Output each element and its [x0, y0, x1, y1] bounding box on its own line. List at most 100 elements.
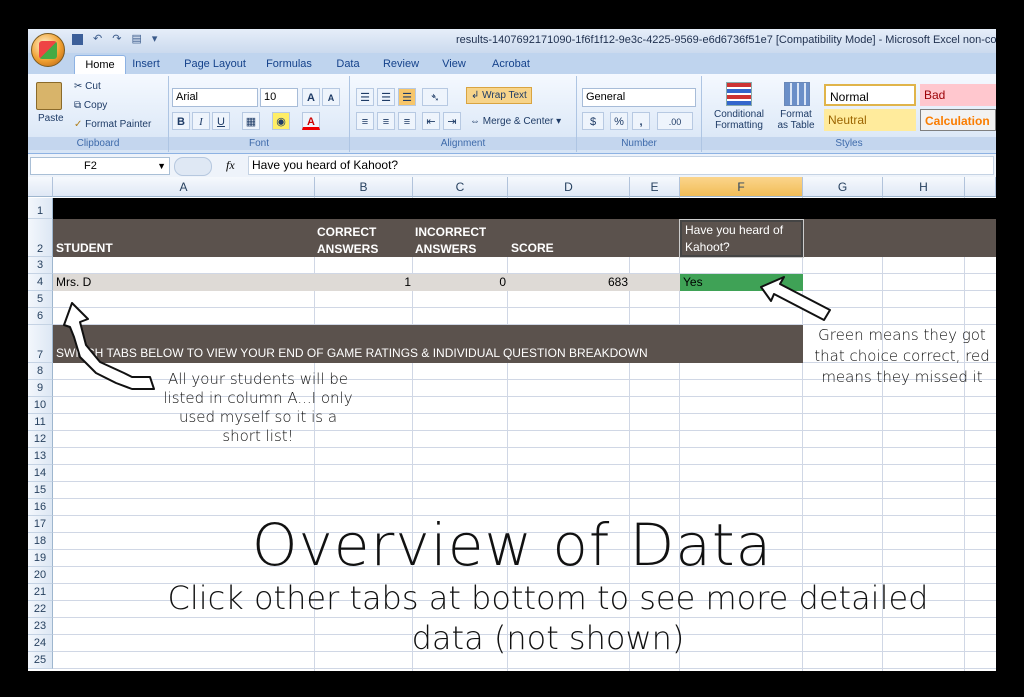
align-top-button[interactable]: ☰: [356, 88, 374, 106]
format-painter-button[interactable]: ✓ Format Painter: [74, 119, 151, 130]
redo-icon[interactable]: ↷: [112, 32, 121, 45]
percent-button[interactable]: %: [610, 112, 628, 130]
wrap-icon: ↲: [471, 90, 480, 101]
right-note-line-2: that choice correct, red: [814, 347, 990, 365]
align-bottom-icon: ☰: [402, 92, 412, 104]
format-painter-label: Format Painter: [85, 119, 152, 130]
merge-center-button[interactable]: ⇔ Merge & Center ▾: [466, 114, 565, 129]
align-right-button[interactable]: ≡: [398, 112, 416, 130]
conditional-formatting-icon[interactable]: [726, 82, 752, 106]
tab-review[interactable]: Review: [378, 55, 424, 74]
left-note-line-3: used myself so it is a: [178, 408, 338, 426]
underline-button[interactable]: U: [212, 112, 230, 130]
styles-group-label: Styles: [702, 137, 996, 150]
paste-icon[interactable]: [36, 82, 62, 110]
font-size-select[interactable]: 10: [260, 88, 298, 107]
quick-access-toolbar: ↶ ↷ ▤ ▾: [72, 32, 157, 45]
align-bottom-button[interactable]: ☰: [398, 88, 416, 106]
left-note-line-1: All your students will be: [167, 370, 349, 388]
bold-button[interactable]: B: [172, 112, 190, 130]
outdent-icon: ⇤: [426, 116, 436, 128]
comma-button[interactable]: ,: [632, 112, 650, 130]
alignment-group-label: Alignment: [350, 137, 576, 150]
clipboard-group: Paste ✂ Cut ⧉ Copy ✓ Format Painter Clip…: [28, 76, 169, 152]
style-neutral[interactable]: Neutral: [824, 109, 916, 131]
save-icon[interactable]: [72, 34, 83, 45]
undo-icon[interactable]: ↶: [93, 32, 102, 45]
subtitle-line-1: Click other tabs at bottom to see more d…: [167, 579, 929, 617]
style-calculation[interactable]: Calculation: [920, 109, 996, 131]
formula-separator-icon: [174, 157, 212, 176]
tab-home[interactable]: Home: [74, 55, 126, 75]
tab-formulas[interactable]: Formulas: [260, 55, 318, 74]
formula-input[interactable]: Have you heard of Kahoot?: [248, 156, 994, 175]
conditional-label-1: Conditional: [713, 109, 765, 120]
name-box-value: F2: [84, 160, 97, 172]
align-left-icon: ≡: [361, 116, 369, 128]
merge-label: Merge & Center: [482, 116, 554, 127]
borders-button[interactable]: ▦: [242, 112, 260, 130]
formula-bar: F2 ▼ fx Have you heard of Kahoot?: [28, 154, 996, 178]
office-button[interactable]: [31, 33, 65, 67]
scissors-icon: ✂: [74, 81, 83, 92]
orientation-button[interactable]: ➴: [422, 88, 448, 106]
indent-icon: ⇥: [447, 116, 457, 128]
font-color-button[interactable]: A: [302, 112, 320, 130]
currency-button[interactable]: $: [582, 112, 604, 130]
font-group: Arial 10 A A B I U ▦ ◉ A Font: [169, 76, 350, 152]
copy-icon: ⧉: [74, 100, 82, 111]
font-name-select[interactable]: Arial: [172, 88, 258, 107]
conditional-label-2: Formatting: [715, 120, 763, 131]
insert-function-button[interactable]: fx: [226, 158, 235, 173]
title-bar: ↶ ↷ ▤ ▾ results-1407692171090-1f6f1f12-9…: [28, 29, 996, 53]
italic-button[interactable]: I: [192, 112, 210, 130]
tab-view[interactable]: View: [434, 55, 474, 74]
copy-button[interactable]: ⧉ Copy: [74, 100, 107, 111]
increase-indent-button[interactable]: ⇥: [443, 112, 461, 130]
cut-button[interactable]: ✂ Cut: [74, 81, 101, 92]
format-table-label-2: as Table: [777, 120, 815, 131]
shrink-font-button[interactable]: A: [322, 88, 340, 106]
decimal-button[interactable]: .00: [657, 112, 693, 130]
chevron-down-icon: ▼: [157, 161, 166, 171]
orientation-icon: ➴: [430, 92, 440, 104]
style-bad[interactable]: Bad: [920, 84, 996, 106]
paste-button[interactable]: Paste: [38, 113, 64, 124]
customize-qat-icon[interactable]: ▾: [152, 32, 158, 45]
decrease-indent-button[interactable]: ⇤: [422, 112, 440, 130]
right-handwritten-note: Green means they got that choice correct…: [808, 325, 996, 388]
name-box[interactable]: F2 ▼: [30, 157, 170, 175]
format-as-table-icon[interactable]: [784, 82, 810, 106]
font-group-label: Font: [169, 137, 349, 150]
tab-page-layout[interactable]: Page Layout: [180, 55, 250, 74]
conditional-formatting-button[interactable]: Conditional Formatting: [708, 109, 770, 131]
align-left-button[interactable]: ≡: [356, 112, 374, 130]
align-center-button[interactable]: ≡: [377, 112, 395, 130]
print-preview-icon[interactable]: ▤: [131, 32, 141, 45]
overview-title: Overview of Data: [251, 511, 773, 579]
copy-label: Copy: [83, 100, 108, 111]
align-top-icon: ☰: [360, 92, 370, 104]
format-table-label-1: Format: [780, 109, 812, 120]
clipboard-group-label: Clipboard: [28, 137, 168, 150]
worksheet-grid[interactable]: A B C D E F G H 1 2 3 4 5 6 7 8 9 10 11 12 13 14 15 16 1…: [28, 177, 996, 671]
right-note-line-1: Green means they got: [818, 326, 986, 344]
right-arrow-shape: [760, 276, 831, 321]
tab-insert[interactable]: Insert: [126, 55, 166, 74]
left-handwritten-note: All your students will be listed in colu…: [158, 370, 358, 446]
tab-data[interactable]: Data: [328, 55, 368, 74]
align-right-icon: ≡: [403, 116, 411, 128]
number-format-select[interactable]: General: [582, 88, 696, 107]
left-arrow-shape: [63, 302, 155, 390]
align-center-icon: ≡: [382, 116, 390, 128]
format-as-table-button[interactable]: Format as Table: [772, 109, 820, 131]
number-group-label: Number: [577, 137, 701, 150]
wrap-text-button[interactable]: ↲ Wrap Text: [466, 87, 532, 104]
grow-font-button[interactable]: A: [302, 88, 320, 106]
left-note-line-4: short list!: [222, 427, 294, 445]
tab-acrobat[interactable]: Acrobat: [484, 55, 538, 74]
right-note-line-3: means they missed it: [821, 368, 983, 386]
align-middle-button[interactable]: ☰: [377, 88, 395, 106]
fill-color-button[interactable]: ◉: [272, 112, 290, 130]
style-normal[interactable]: Normal: [824, 84, 916, 106]
